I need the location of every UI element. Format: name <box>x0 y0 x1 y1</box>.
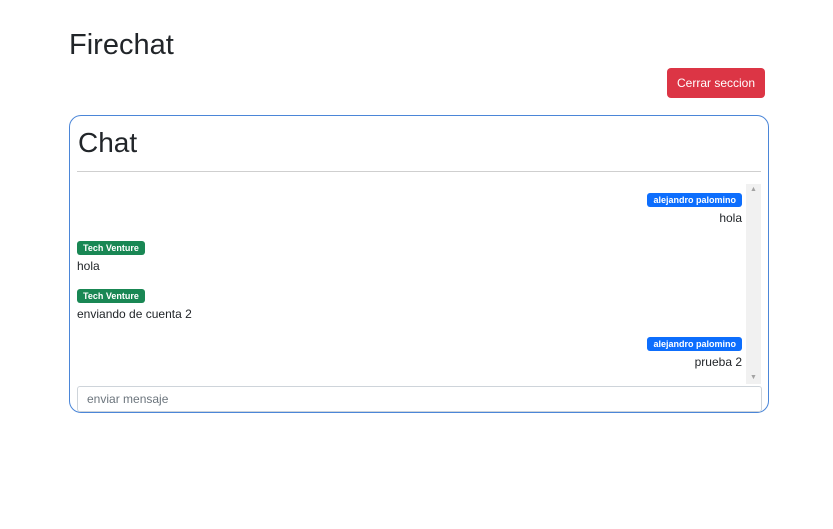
author-badge: Tech Venture <box>77 289 145 303</box>
message-text: prueba 2 <box>694 355 742 369</box>
divider <box>77 171 761 172</box>
page: Firechat Cerrar seccion Chat alejandro p… <box>0 0 833 529</box>
author-badge: alejandro palomino <box>647 337 742 351</box>
app-title: Firechat <box>69 29 174 61</box>
up-arrow-icon[interactable]: ▲ <box>746 184 761 196</box>
message-text: hola <box>77 259 100 273</box>
logout-button[interactable]: Cerrar seccion <box>667 68 765 98</box>
author-badge: alejandro palomino <box>647 193 742 207</box>
message-item: Tech Venture enviando de cuenta 2 <box>77 286 742 322</box>
chat-heading: Chat <box>78 127 138 158</box>
message-item: alejandro palomino hola <box>77 190 742 226</box>
message-text: hola <box>719 211 742 225</box>
message-text: enviando de cuenta 2 <box>77 307 192 321</box>
message-input[interactable] <box>77 386 762 412</box>
message-list[interactable]: alejandro palomino hola Tech Venture hol… <box>77 184 745 384</box>
message-item: Tech Venture hola <box>77 238 742 274</box>
message-item: alejandro palomino prueba 2 <box>77 334 742 370</box>
scrollbar[interactable]: ▲ ▼ <box>746 184 761 384</box>
author-badge: Tech Venture <box>77 241 145 255</box>
chat-card: Chat alejandro palomino hola Tech Ventur… <box>69 115 769 413</box>
down-arrow-icon[interactable]: ▼ <box>746 372 761 384</box>
